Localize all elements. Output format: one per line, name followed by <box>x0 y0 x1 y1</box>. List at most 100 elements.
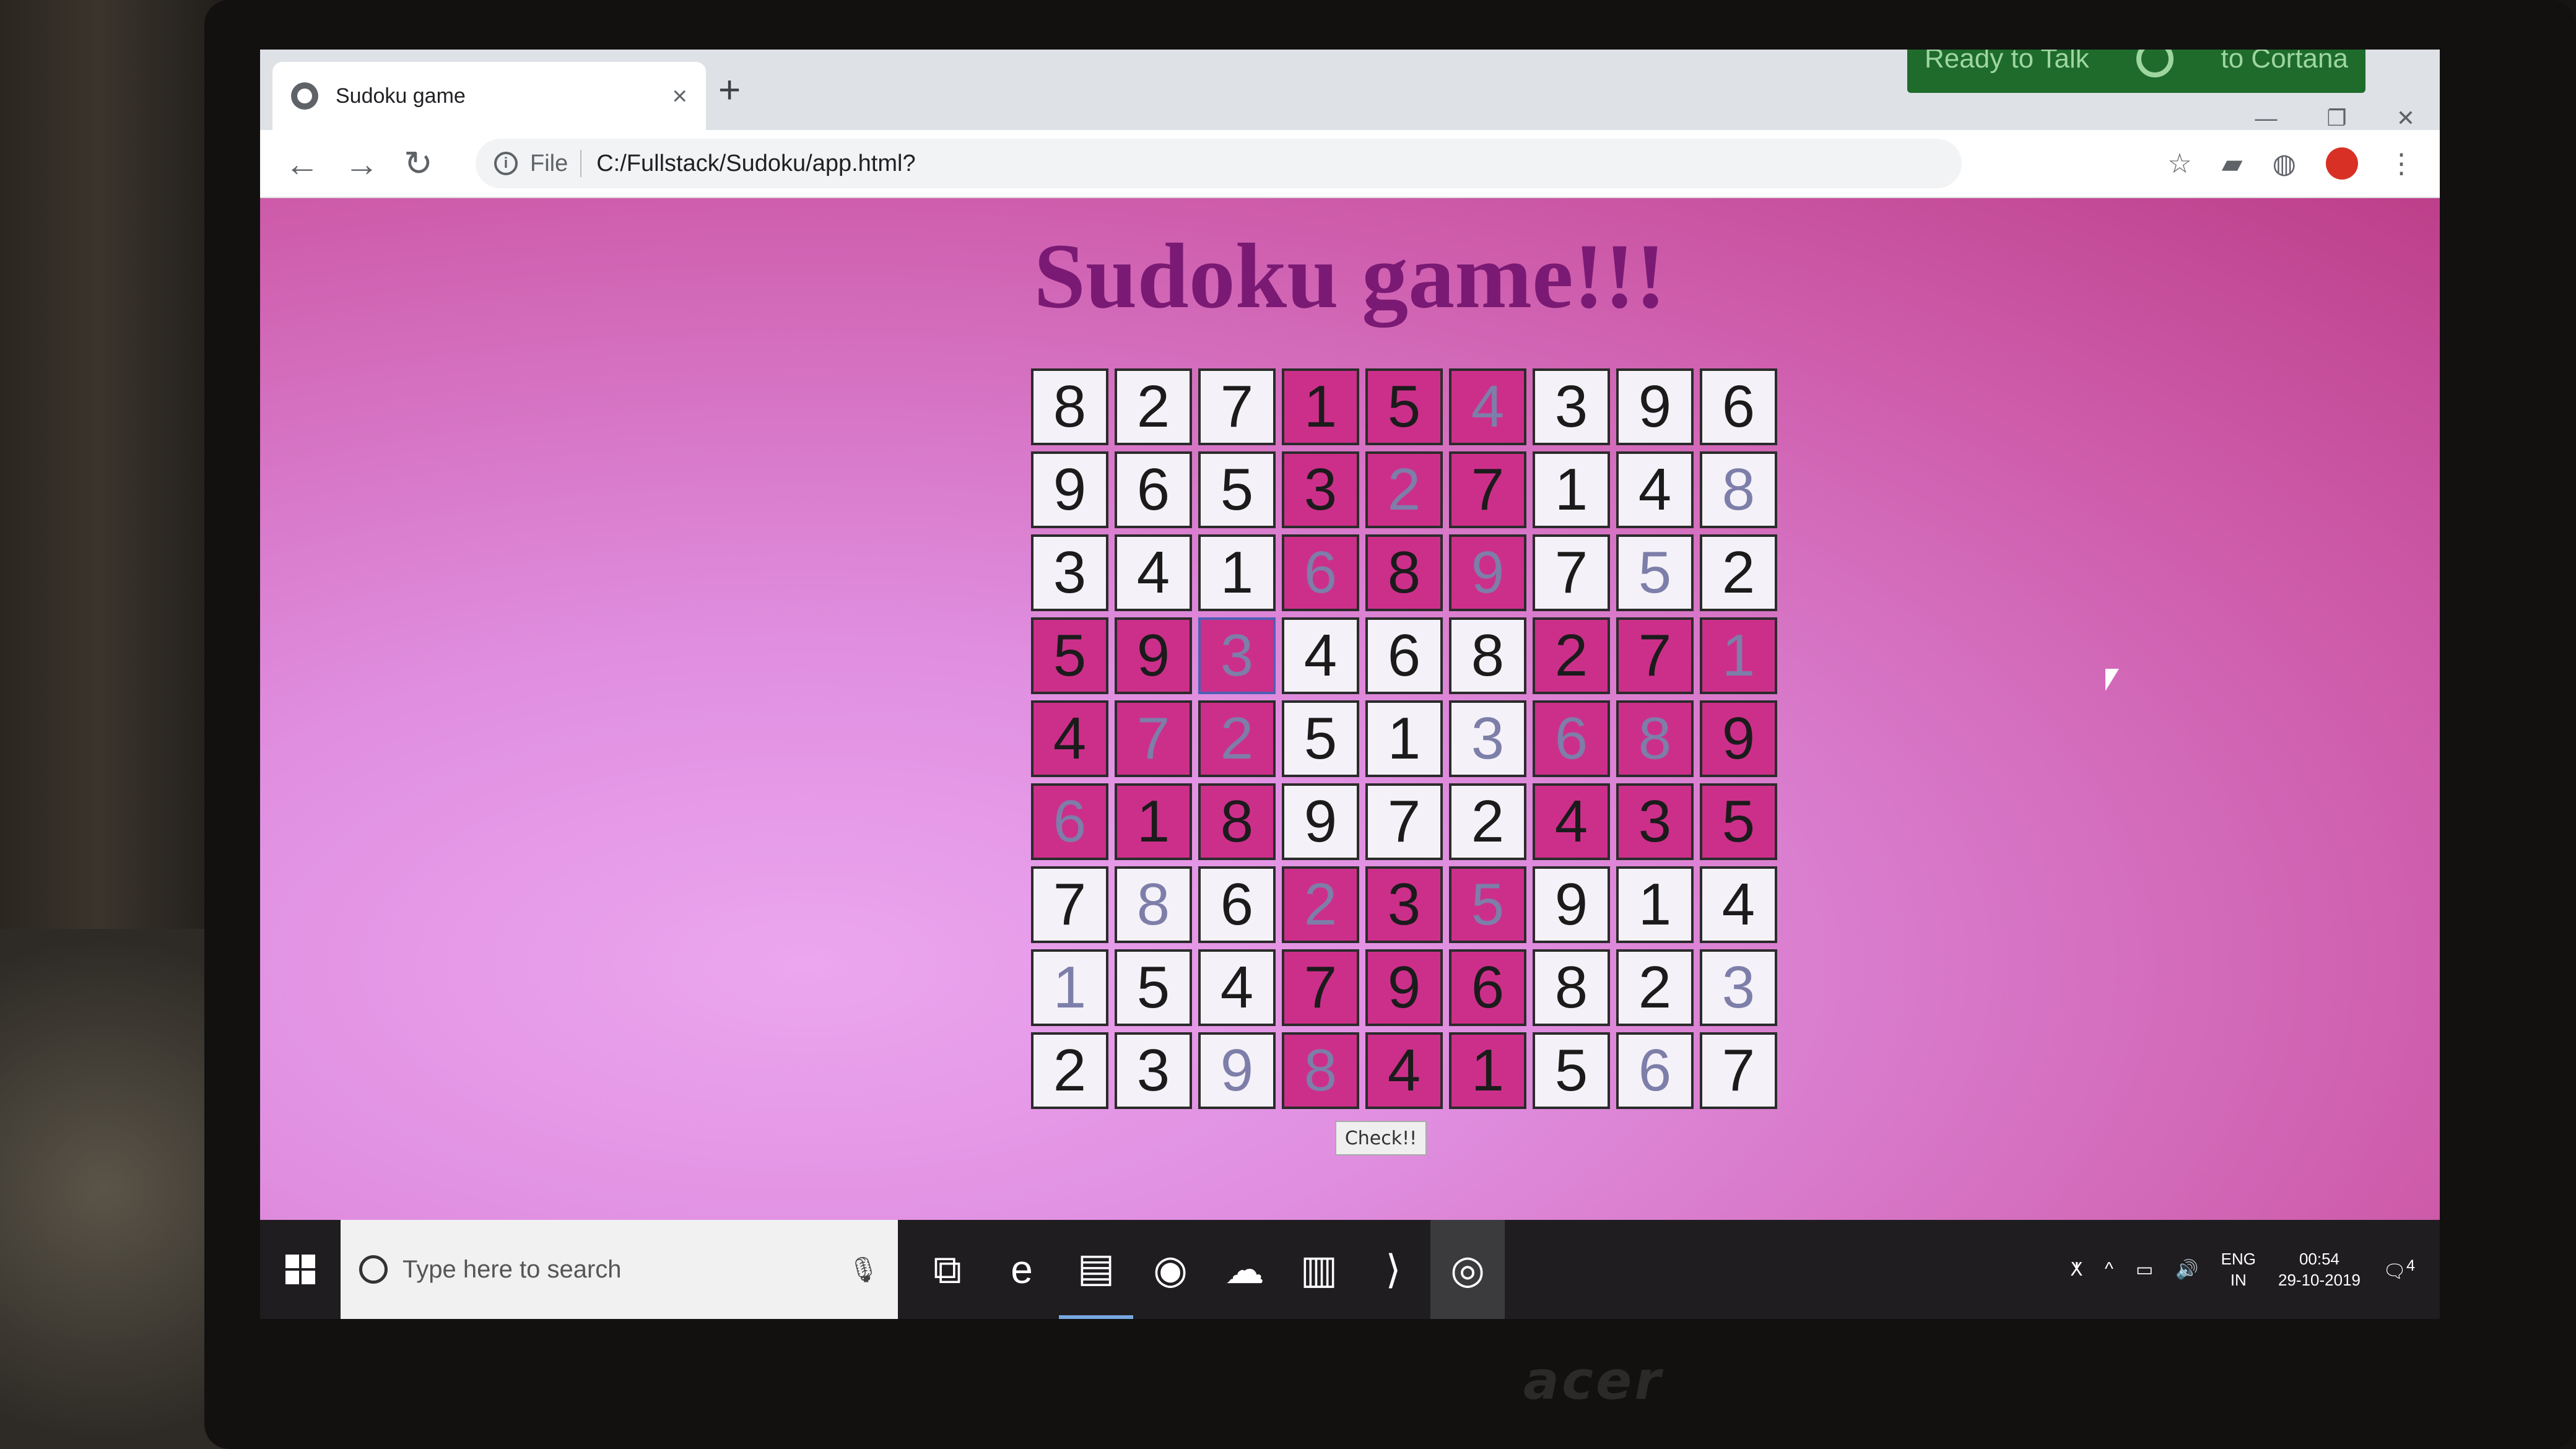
vscode-icon[interactable]: ⟩ <box>1356 1220 1430 1319</box>
sudoku-cell[interactable]: 3 <box>1449 700 1526 777</box>
language-indicator[interactable]: ENG IN <box>2221 1248 2256 1290</box>
address-bar[interactable]: i File C:/Fullstack/Sudoku/app.html? <box>476 139 1962 188</box>
sudoku-cell: 3 <box>1365 866 1443 943</box>
people-icon[interactable]: ⵅ <box>2070 1259 2082 1281</box>
sudoku-cell[interactable]: 1 <box>1700 617 1777 694</box>
search-placeholder: Type here to search <box>402 1255 622 1283</box>
battery-icon[interactable]: ▭ <box>2136 1259 2153 1281</box>
sudoku-cell: 9 <box>1616 368 1694 445</box>
cortana-overlay[interactable]: Ready to Talk to Cortana <box>1907 50 2365 93</box>
language-code: ENG <box>2221 1250 2256 1268</box>
cortana-suffix-text: to Cortana <box>2221 50 2348 74</box>
sudoku-cell: 3 <box>1533 368 1610 445</box>
firefox-icon[interactable]: ◉ <box>1133 1220 1208 1319</box>
tab-title: Sudoku game <box>336 84 466 108</box>
sudoku-cell: 9 <box>1533 866 1610 943</box>
sudoku-cell: 2 <box>1449 783 1526 860</box>
start-button[interactable] <box>260 1220 341 1319</box>
taskbar-apps: ⧉ e ▤ ◉ ☁ ▥ ⟩ ◎ <box>910 1220 1505 1319</box>
sudoku-cell: 8 <box>1449 617 1526 694</box>
menu-icon[interactable]: ⋮ <box>2388 148 2415 180</box>
close-window-button[interactable]: ✕ <box>2396 105 2415 131</box>
sudoku-cell[interactable]: 8 <box>1282 1032 1359 1109</box>
sudoku-cell: 9 <box>1031 451 1108 528</box>
taskbar-search-box[interactable]: Type here to search 🎙 <box>341 1220 898 1319</box>
task-view-icon[interactable]: ⧉ <box>910 1220 985 1319</box>
sudoku-cell[interactable]: 8 <box>1616 700 1694 777</box>
sudoku-cell: 5 <box>1115 949 1192 1026</box>
sudoku-cell[interactable]: 6 <box>1031 783 1108 860</box>
reload-button[interactable]: ↻ <box>404 143 463 184</box>
sudoku-cell[interactable]: 3 <box>1700 949 1777 1026</box>
clock[interactable]: 00:54 29-10-2019 <box>2278 1248 2361 1290</box>
edge-icon[interactable]: e <box>985 1220 1059 1319</box>
notification-icon[interactable]: 🗨4 <box>2383 1257 2415 1282</box>
address-separator <box>580 150 582 177</box>
globe-icon <box>291 82 318 110</box>
sudoku-cell: 5 <box>1031 617 1108 694</box>
sudoku-cell[interactable]: 2 <box>1282 866 1359 943</box>
clock-date: 29-10-2019 <box>2278 1271 2361 1289</box>
sudoku-cell[interactable]: 1 <box>1031 949 1108 1026</box>
laptop-screen: Sudoku game × + — ❐ ✕ Ready to Talk to C… <box>260 50 2440 1319</box>
forward-button[interactable]: → <box>344 144 404 184</box>
notes-icon[interactable]: ▥ <box>1282 1220 1356 1319</box>
sudoku-cell: 8 <box>1365 534 1443 611</box>
sudoku-cell: 5 <box>1198 451 1276 528</box>
sudoku-cell[interactable]: 4 <box>1449 368 1526 445</box>
cortana-ready-text: Ready to Talk <box>1925 50 2089 74</box>
sudoku-cell: 9 <box>1700 700 1777 777</box>
sudoku-cell: 4 <box>1700 866 1777 943</box>
taskbar: Type here to search 🎙 ⧉ e ▤ ◉ ☁ ▥ ⟩ ◎ ⵅ ^ ▭ 🔊 E… <box>260 1220 2440 1319</box>
sudoku-cell[interactable]: 9 <box>1449 534 1526 611</box>
restore-button[interactable]: ❐ <box>2327 105 2347 131</box>
microphone-icon[interactable]: 🎙 <box>848 1255 879 1284</box>
file-explorer-icon[interactable]: ▤ <box>1059 1220 1133 1319</box>
sudoku-cell[interactable]: 9 <box>1198 1032 1276 1109</box>
profile-avatar[interactable] <box>2326 147 2358 180</box>
sudoku-cell[interactable]: 7 <box>1115 700 1192 777</box>
url-text[interactable]: C:/Fullstack/Sudoku/app.html? <box>596 150 915 177</box>
region-code: IN <box>2230 1271 2247 1289</box>
clock-time: 00:54 <box>2299 1250 2340 1268</box>
weather-icon[interactable]: ☁ <box>1208 1220 1282 1319</box>
sudoku-cell[interactable]: 6 <box>1533 700 1610 777</box>
sudoku-cell[interactable]: 3 <box>1198 617 1276 694</box>
back-button[interactable]: ← <box>285 144 344 184</box>
sudoku-cell: 4 <box>1533 783 1610 860</box>
sudoku-cell: 1 <box>1449 1032 1526 1109</box>
sudoku-cell: 7 <box>1365 783 1443 860</box>
file-scheme-label: File <box>530 150 568 176</box>
bookmark-star-icon[interactable]: ☆ <box>2167 148 2191 180</box>
sudoku-cell: 3 <box>1616 783 1694 860</box>
sudoku-cell[interactable]: 5 <box>1449 866 1526 943</box>
sudoku-cell[interactable]: 8 <box>1115 866 1192 943</box>
sudoku-cell: 3 <box>1031 534 1108 611</box>
sudoku-cell: 5 <box>1700 783 1777 860</box>
close-tab-icon[interactable]: × <box>672 81 687 111</box>
sudoku-cell: 4 <box>1365 1032 1443 1109</box>
chrome-icon[interactable]: ◎ <box>1430 1220 1505 1319</box>
sudoku-cell: 4 <box>1115 534 1192 611</box>
sudoku-cell[interactable]: 2 <box>1365 451 1443 528</box>
check-button[interactable]: Check!! <box>1335 1121 1427 1155</box>
browser-tab[interactable]: Sudoku game × <box>272 62 706 130</box>
notification-count: 4 <box>2406 1256 2415 1274</box>
chevron-up-icon[interactable]: ^ <box>2105 1259 2113 1280</box>
sudoku-cell[interactable]: 2 <box>1198 700 1276 777</box>
sudoku-cell[interactable]: 8 <box>1700 451 1777 528</box>
extension-icon[interactable]: ▰ <box>2222 148 2243 180</box>
minimize-button[interactable]: — <box>2255 105 2278 131</box>
sudoku-cell: 3 <box>1115 1032 1192 1109</box>
sudoku-cell[interactable]: 6 <box>1616 1032 1694 1109</box>
sudoku-cell[interactable]: 6 <box>1282 534 1359 611</box>
sudoku-cell: 6 <box>1365 617 1443 694</box>
sudoku-cell: 9 <box>1115 617 1192 694</box>
toolbar-icons: ☆ ▰ ◍ ⋮ <box>2167 147 2415 180</box>
volume-icon[interactable]: 🔊 <box>2175 1259 2198 1281</box>
sudoku-cell: 1 <box>1282 368 1359 445</box>
sudoku-cell[interactable]: 5 <box>1616 534 1694 611</box>
extension-2-icon[interactable]: ◍ <box>2273 148 2296 180</box>
new-tab-button[interactable]: + <box>718 68 741 112</box>
info-icon[interactable]: i <box>494 152 518 175</box>
